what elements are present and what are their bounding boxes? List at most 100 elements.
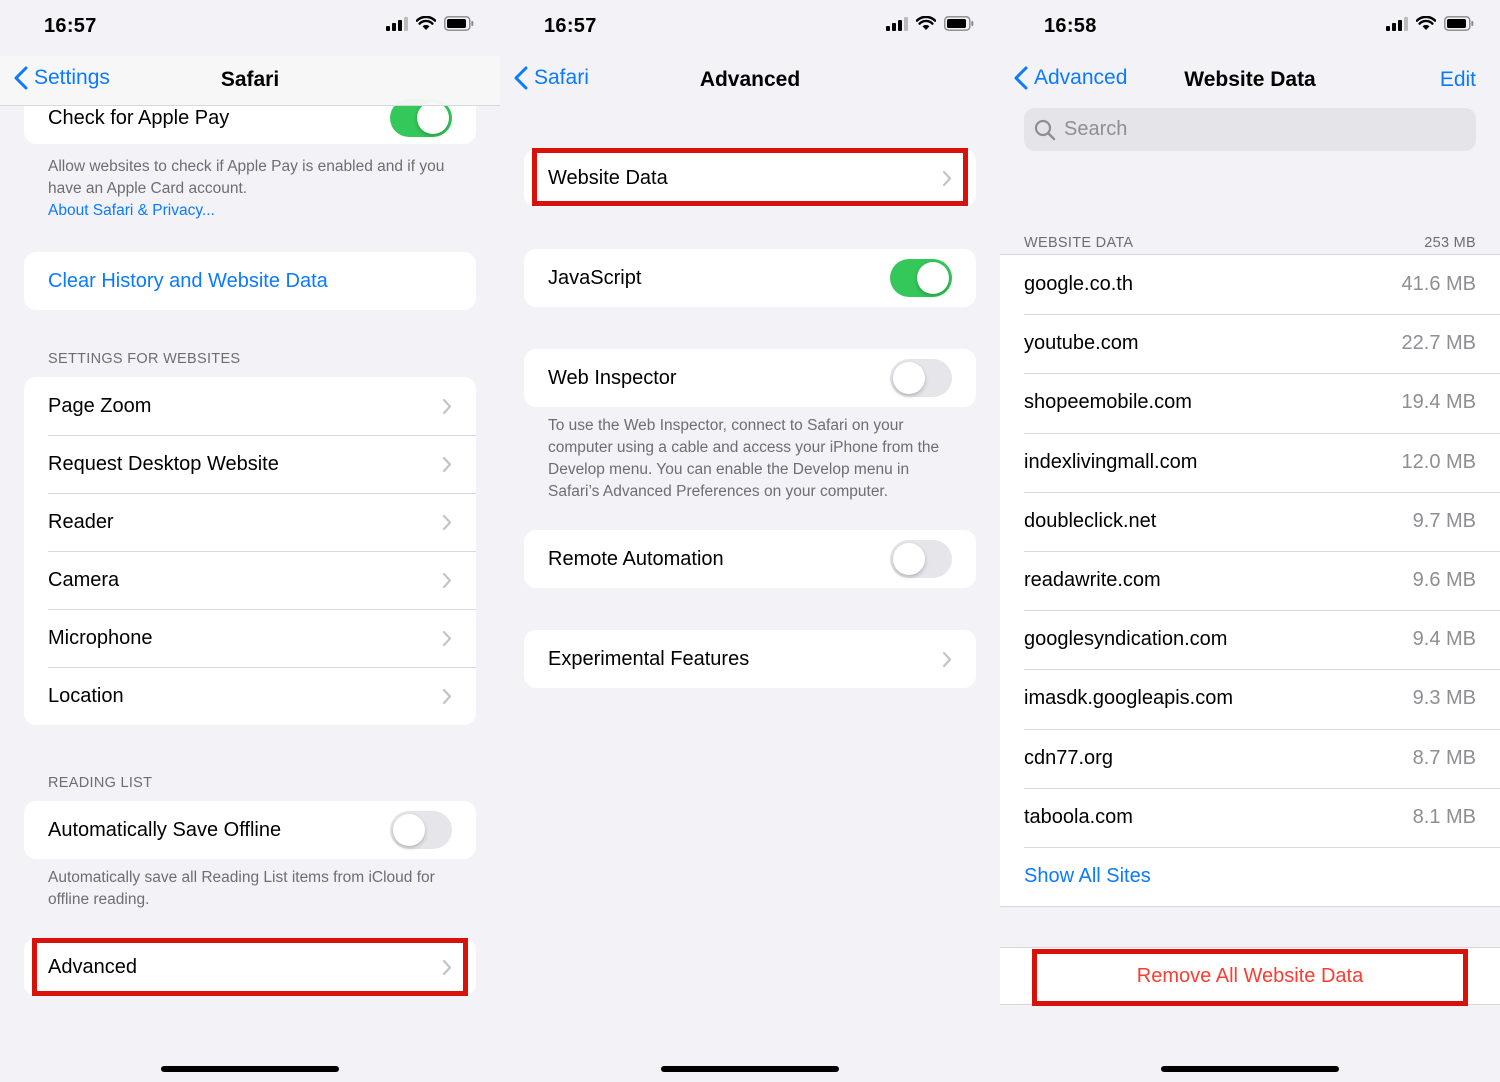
site-size: 8.1 MB — [1412, 805, 1476, 828]
table-row[interactable]: cdn77.org 8.7 MB — [1000, 728, 1500, 788]
chevron-right-icon — [442, 398, 452, 414]
experimental-features-row[interactable]: Experimental Features — [524, 630, 976, 688]
battery-icon — [944, 16, 974, 31]
site-size: 9.7 MB — [1412, 509, 1476, 532]
chevron-right-icon — [442, 959, 452, 975]
home-indicator — [1161, 1066, 1339, 1072]
status-bar: 16:58 — [1000, 0, 1500, 56]
search-placeholder: Search — [1064, 118, 1128, 140]
chevron-right-icon — [942, 170, 952, 186]
site-size: 12.0 MB — [1401, 450, 1476, 473]
save-offline-toggle[interactable] — [390, 811, 452, 849]
reading-list-group: Automatically Save Offline — [24, 801, 476, 859]
home-indicator — [661, 1066, 839, 1072]
website-data-list: google.co.th 41.6 MB youtube.com 22.7 MB s… — [1000, 254, 1500, 908]
back-button[interactable]: Settings — [14, 66, 110, 90]
chevron-right-icon — [442, 572, 452, 588]
edit-button[interactable]: Edit — [1440, 68, 1476, 92]
site-domain: readawrite.com — [1024, 569, 1161, 592]
javascript-toggle[interactable] — [890, 259, 952, 297]
show-all-sites-button[interactable]: Show All Sites — [1000, 846, 1500, 906]
status-time: 16:58 — [1044, 15, 1097, 37]
apple-pay-label: Check for Apple Pay — [48, 106, 230, 129]
chevron-right-icon — [442, 688, 452, 704]
table-row[interactable]: google.co.th 41.6 MB — [1000, 255, 1500, 314]
site-domain: youtube.com — [1024, 332, 1139, 355]
chevron-right-icon — [442, 456, 452, 472]
clear-history-group: Clear History and Website Data — [24, 252, 476, 310]
safari-settings-screen: 16:57 Check for Apple Pay Settings Safar… — [0, 0, 500, 1082]
list-item-camera[interactable]: Camera — [24, 551, 476, 609]
remote-automation-group: Remote Automation — [524, 530, 976, 588]
wifi-icon — [1416, 16, 1436, 30]
wifi-icon — [916, 16, 936, 30]
back-label: Settings — [34, 66, 110, 89]
section-header-website-data: WEBSITE DATA — [1024, 235, 1134, 251]
table-row[interactable]: googlesyndication.com 9.4 MB — [1000, 610, 1500, 669]
list-item-reader[interactable]: Reader — [24, 493, 476, 551]
table-row[interactable]: youtube.com 22.7 MB — [1000, 314, 1500, 373]
list-item-location[interactable]: Location — [24, 667, 476, 725]
site-domain: cdn77.org — [1024, 746, 1113, 769]
cellular-signal-icon — [886, 16, 908, 31]
site-domain: indexlivingmall.com — [1024, 450, 1198, 473]
battery-icon — [444, 16, 474, 31]
back-button[interactable]: Safari — [514, 66, 589, 90]
wifi-icon — [416, 16, 436, 30]
site-size: 19.4 MB — [1401, 391, 1476, 414]
table-row[interactable]: shopeemobile.com 19.4 MB — [1000, 373, 1500, 432]
list-item-page-zoom[interactable]: Page Zoom — [24, 377, 476, 435]
remove-all-website-data-button[interactable]: Remove All Website Data — [1000, 947, 1500, 1005]
table-row[interactable]: readawrite.com 9.6 MB — [1000, 550, 1500, 610]
javascript-label: JavaScript — [548, 266, 642, 289]
advanced-group: Advanced — [24, 938, 476, 996]
cellular-signal-icon — [386, 16, 408, 31]
web-inspector-group: Web Inspector — [524, 349, 976, 407]
status-time: 16:57 — [544, 15, 597, 37]
list-item-request-desktop[interactable]: Request Desktop Website — [24, 435, 476, 493]
clear-history-button[interactable]: Clear History and Website Data — [24, 252, 476, 310]
site-domain: googlesyndication.com — [1024, 628, 1228, 651]
web-inspector-note: To use the Web Inspector, connect to Saf… — [548, 417, 940, 500]
site-domain: imasdk.googleapis.com — [1024, 687, 1233, 710]
home-indicator — [161, 1066, 339, 1072]
website-data-row[interactable]: Website Data — [524, 149, 976, 207]
chevron-right-icon — [942, 651, 952, 667]
chevron-right-icon — [442, 514, 452, 530]
site-domain: google.co.th — [1024, 273, 1133, 296]
javascript-row: JavaScript — [524, 249, 976, 307]
about-privacy-link[interactable]: About Safari & Privacy... — [48, 202, 215, 219]
chevron-right-icon — [442, 630, 452, 646]
save-offline-label: Automatically Save Offline — [48, 818, 282, 841]
back-label: Advanced — [1034, 66, 1128, 89]
reading-list-note: Automatically save all Reading List item… — [48, 869, 435, 908]
site-size: 8.7 MB — [1412, 746, 1476, 769]
table-row[interactable]: doubleclick.net 9.7 MB — [1000, 491, 1500, 551]
search-input[interactable]: Search — [1024, 108, 1476, 151]
status-time: 16:57 — [44, 15, 97, 37]
site-domain: doubleclick.net — [1024, 509, 1157, 532]
save-offline-row: Automatically Save Offline — [24, 801, 476, 859]
navigation-bar: Safari Advanced — [500, 56, 1000, 106]
remote-automation-row: Remote Automation — [524, 530, 976, 588]
website-data-group: Website Data — [524, 149, 976, 207]
table-row[interactable]: imasdk.googleapis.com 9.3 MB — [1000, 669, 1500, 728]
table-row[interactable]: indexlivingmall.com 12.0 MB — [1000, 432, 1500, 492]
back-button[interactable]: Advanced — [1014, 66, 1127, 90]
battery-icon — [1444, 16, 1474, 31]
list-item-microphone[interactable]: Microphone — [24, 609, 476, 667]
web-inspector-toggle[interactable] — [890, 359, 952, 397]
advanced-row[interactable]: Advanced — [24, 938, 476, 996]
remote-automation-toggle[interactable] — [890, 540, 952, 578]
chevron-left-icon — [514, 66, 528, 90]
site-domain: taboola.com — [1024, 805, 1133, 828]
site-size: 9.6 MB — [1412, 569, 1476, 592]
toggle-knob — [417, 102, 449, 134]
experimental-features-group: Experimental Features — [524, 630, 976, 688]
web-inspector-label: Web Inspector — [548, 366, 677, 389]
table-row[interactable]: taboola.com 8.1 MB — [1000, 787, 1500, 847]
search-icon — [1034, 119, 1056, 140]
toggle-knob — [893, 362, 925, 394]
site-size: 41.6 MB — [1401, 273, 1476, 296]
status-bar: 16:57 — [0, 0, 500, 56]
